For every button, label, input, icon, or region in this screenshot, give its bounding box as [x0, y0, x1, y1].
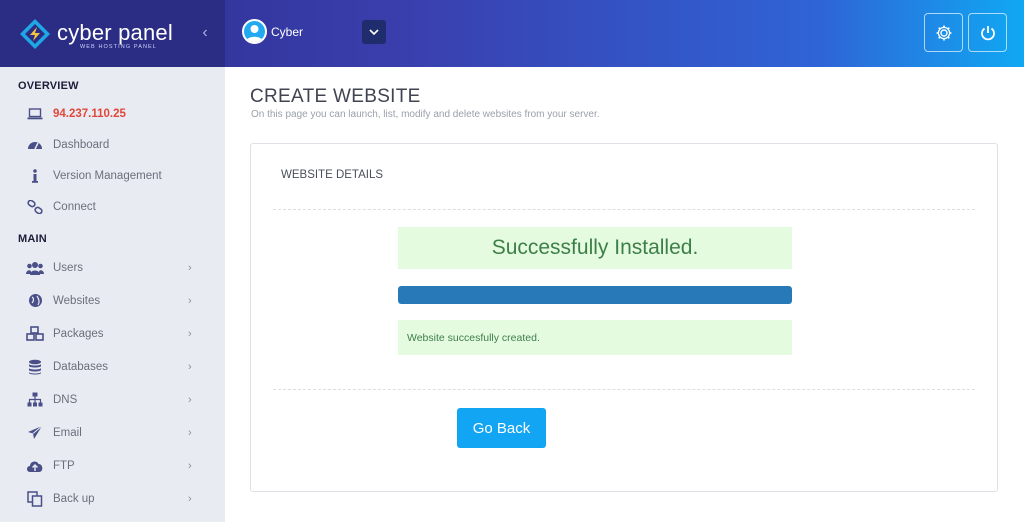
dashboard-icon [26, 136, 44, 154]
sidebar-item-users[interactable]: Users › [0, 252, 225, 283]
chevron-right-icon: › [188, 294, 192, 307]
sidebar-item-connect[interactable]: Connect [0, 191, 225, 222]
sidebar-item-websites[interactable]: Websites › [0, 285, 225, 316]
user-name[interactable]: Cyber [271, 25, 303, 39]
divider [273, 389, 975, 390]
chevron-right-icon: › [188, 360, 192, 373]
chevron-right-icon: › [188, 393, 192, 406]
sidebar-item-packages[interactable]: Packages › [0, 318, 225, 349]
sidebar-item-label: Back up [53, 492, 95, 505]
cubes-icon [26, 325, 44, 343]
sidebar-item-label: Email [53, 426, 82, 439]
overview-heading: OVERVIEW [18, 80, 79, 92]
chevron-down-icon [369, 28, 379, 35]
sidebar-item-label: Databases [53, 360, 108, 373]
user-dropdown-button[interactable] [362, 20, 386, 44]
user-icon [246, 25, 263, 42]
sidebar-item-label: 94.237.110.25 [53, 107, 126, 120]
page-subtitle: On this page you can launch, list, modif… [251, 109, 600, 120]
user-avatar[interactable] [242, 19, 267, 44]
sidebar-item-label: Packages [53, 327, 104, 340]
users-icon [26, 259, 44, 277]
progress-bar-fill [398, 286, 792, 304]
link-icon [26, 198, 44, 216]
cloud-upload-icon [26, 457, 44, 475]
sidebar-item-dns[interactable]: DNS › [0, 384, 225, 415]
chevron-right-icon: › [188, 327, 192, 340]
sitemap-icon [26, 391, 44, 409]
globe-icon [26, 292, 44, 310]
sidebar-item-label: Users [53, 261, 84, 274]
sidebar-item-label: DNS [53, 393, 78, 406]
success-alert: Successfully Installed. [398, 227, 792, 269]
page-title: CREATE WEBSITE [250, 86, 421, 107]
main-heading: MAIN [18, 233, 47, 245]
copy-icon [26, 490, 44, 508]
website-details-card [250, 143, 998, 492]
gear-icon [936, 25, 951, 40]
sidebar-item-label: Connect [53, 200, 96, 213]
progress-bar [398, 286, 792, 304]
chevron-right-icon: › [188, 492, 192, 505]
sidebar-item-ftp[interactable]: FTP › [0, 450, 225, 481]
sidebar-item-backup[interactable]: Back up › [0, 483, 225, 514]
settings-button[interactable] [924, 13, 963, 52]
paper-plane-icon [26, 424, 44, 442]
sidebar-item-label: Dashboard [53, 138, 110, 151]
sidebar-item-email[interactable]: Email › [0, 417, 225, 448]
brand-area: cyber panel WEB HOSTING PANEL ‹ [0, 0, 225, 67]
power-icon [980, 25, 995, 40]
sidebar-item-label: Websites [53, 294, 101, 307]
laptop-icon [26, 105, 44, 123]
database-icon [26, 358, 44, 376]
logout-button[interactable] [968, 13, 1007, 52]
sidebar-collapse-icon[interactable]: ‹ [198, 24, 212, 42]
sidebar-item-label: Version Management [53, 169, 162, 182]
status-message: Website succesfully created. [398, 320, 792, 355]
go-back-button[interactable]: Go Back [457, 408, 546, 448]
sidebar-item-version-management[interactable]: Version Management [0, 160, 225, 191]
cyberpanel-logo-icon[interactable] [19, 18, 51, 50]
sidebar-item-label: FTP [53, 459, 75, 472]
chevron-right-icon: › [188, 261, 192, 274]
card-title: WEBSITE DETAILS [281, 169, 384, 181]
brand-name: cyber panel [57, 20, 173, 45]
chevron-right-icon: › [188, 426, 192, 439]
brand-tagline: WEB HOSTING PANEL [80, 44, 157, 50]
chevron-right-icon: › [188, 459, 192, 472]
sidebar-item-ip[interactable]: 94.237.110.25 [0, 98, 225, 129]
sidebar: OVERVIEW 94.237.110.25 Dashboard Version… [0, 67, 225, 522]
sidebar-item-databases[interactable]: Databases › [0, 351, 225, 382]
top-bar: cyber panel WEB HOSTING PANEL ‹ Cyber [0, 0, 1024, 67]
divider [273, 209, 975, 210]
sidebar-item-dashboard[interactable]: Dashboard [0, 129, 225, 160]
info-icon [26, 167, 44, 185]
